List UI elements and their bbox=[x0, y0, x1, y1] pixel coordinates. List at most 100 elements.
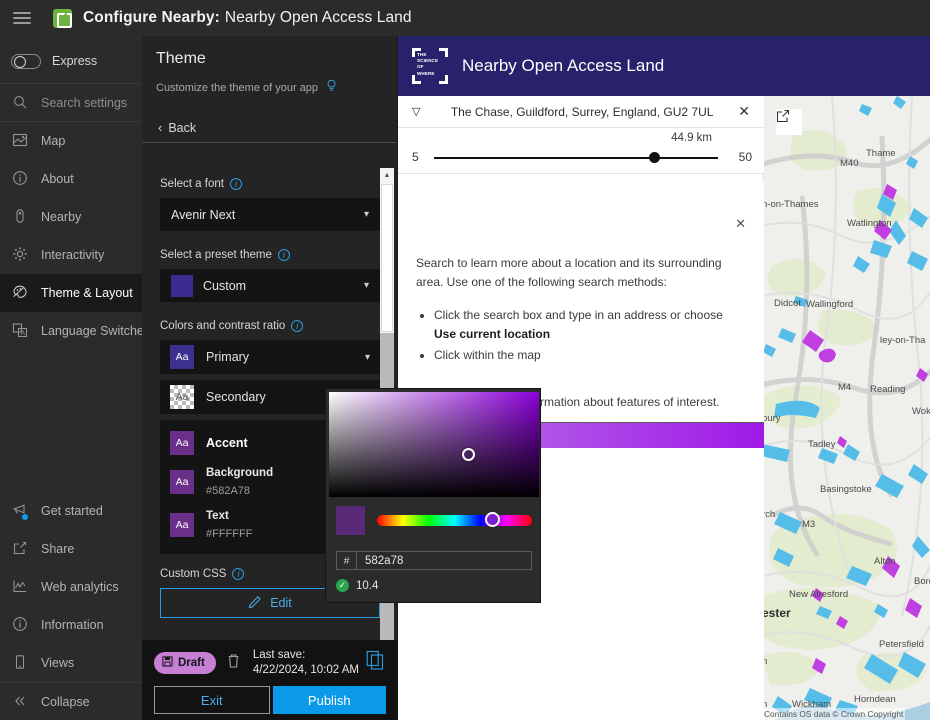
accent-swatch: Aa bbox=[170, 431, 194, 455]
search-settings-placeholder: Search settings bbox=[41, 95, 128, 110]
back-label: Back bbox=[168, 120, 197, 135]
sidebar-item-language-switcher[interactable]: A Language Switcher bbox=[0, 312, 148, 350]
express-toggle-row[interactable]: Express bbox=[0, 39, 142, 84]
slider-track[interactable] bbox=[434, 157, 718, 159]
analytics-icon bbox=[12, 578, 30, 596]
font-select-value: Avenir Next bbox=[171, 207, 236, 222]
clear-search-icon[interactable]: ✕ bbox=[730, 103, 750, 120]
info-circle-icon bbox=[12, 616, 30, 634]
sidebar-item-share[interactable]: Share bbox=[0, 530, 142, 568]
color-picker-popup[interactable]: # 582a78 ✓ 10.4 bbox=[325, 388, 541, 603]
sidebar-item-label: Interactivity bbox=[41, 248, 105, 262]
lightbulb-icon[interactable] bbox=[325, 79, 338, 97]
last-save-time: 4/22/2024, 10:02 AM bbox=[252, 664, 359, 676]
info-icon[interactable]: i bbox=[232, 568, 245, 580]
map-place-label: ester bbox=[762, 606, 791, 620]
color-row-label: Secondary bbox=[206, 390, 266, 404]
chevron-down-icon: ▾ bbox=[363, 209, 369, 220]
caret-down-icon[interactable]: ▽ bbox=[412, 105, 434, 118]
saturation-value-area[interactable] bbox=[329, 392, 539, 497]
sidebar-item-label: About bbox=[41, 172, 74, 186]
sidebar-item-get-started[interactable]: Get started bbox=[0, 492, 142, 530]
search-settings-input[interactable]: Search settings bbox=[0, 84, 142, 122]
preset-theme-select[interactable]: Custom ▾ bbox=[160, 269, 380, 302]
info-icon[interactable]: i bbox=[229, 178, 242, 190]
list-item: Click within the map bbox=[434, 346, 746, 365]
draft-badge[interactable]: Draft bbox=[154, 652, 216, 674]
accent-text-hex: #FFFFFF bbox=[206, 528, 253, 540]
sidebar-item-label: Theme & Layout bbox=[41, 286, 133, 300]
footer-buttons: Exit Publish bbox=[142, 686, 398, 720]
collapse-label: Collapse bbox=[41, 694, 90, 709]
hex-input-field[interactable]: # 582a78 bbox=[336, 551, 532, 570]
hamburger-icon[interactable] bbox=[13, 9, 31, 27]
info-circle-icon bbox=[12, 170, 30, 188]
sidebar-item-label: Map bbox=[41, 134, 66, 148]
map-canvas bbox=[762, 96, 930, 720]
list-item: Click the search box and type in an addr… bbox=[434, 306, 746, 344]
distance-slider[interactable]: 44.9 km 5 50 bbox=[398, 128, 764, 174]
color-row-primary[interactable]: Aa Primary ▾ bbox=[160, 340, 380, 374]
chevron-down-icon: ▾ bbox=[363, 280, 369, 291]
save-status-row: Draft Last save: 4/22/2024, 10:02 AM bbox=[142, 640, 398, 686]
hex-input-value[interactable]: 582a78 bbox=[357, 555, 403, 567]
save-disk-icon bbox=[162, 656, 173, 670]
color-row-label: Primary bbox=[206, 350, 250, 364]
collapse-sidebar-button[interactable]: Collapse bbox=[0, 682, 142, 720]
map-share-button[interactable] bbox=[776, 109, 802, 135]
map-place-label: Horndean bbox=[854, 694, 896, 705]
accent-background-label: Background bbox=[206, 467, 274, 479]
caret-up-icon[interactable]: ▲ bbox=[380, 168, 394, 182]
preview-header: THE SCIENCE OF WHERE Nearby Open Access Lan… bbox=[398, 36, 930, 96]
saturation-value-handle[interactable] bbox=[462, 448, 475, 461]
font-label-text: Select a font bbox=[160, 178, 224, 190]
sidebar-item-map[interactable]: Map bbox=[0, 122, 142, 160]
slider-thumb[interactable] bbox=[649, 152, 660, 163]
publish-button[interactable]: Publish bbox=[272, 686, 386, 714]
copy-pages-icon[interactable] bbox=[366, 650, 386, 676]
sidebar-item-information[interactable]: Information bbox=[0, 606, 142, 644]
info-icon[interactable]: i bbox=[277, 249, 290, 261]
accent-text-swatch: Aa bbox=[170, 513, 194, 537]
font-select[interactable]: Avenir Next ▾ bbox=[160, 198, 380, 231]
map-place-label: ley-on-Tha bbox=[880, 335, 926, 346]
info-paragraph-1: Search to learn more about a location an… bbox=[416, 256, 722, 289]
map-place-label: Woki bbox=[912, 406, 930, 417]
map-view[interactable]: Thame n-on-Thames Watlington Didcot Wallingf… bbox=[762, 96, 930, 720]
info-icon[interactable]: i bbox=[291, 320, 304, 332]
contrast-ratio-row: ✓ 10.4 bbox=[336, 579, 378, 592]
map-place-label: Watlington bbox=[847, 218, 892, 229]
sidebar: Express Search settings Map About Nearby bbox=[0, 36, 148, 720]
font-field-label: Select a font i bbox=[160, 178, 380, 190]
sidebar-item-about[interactable]: About bbox=[0, 160, 142, 198]
map-place-label: M4 bbox=[838, 382, 852, 393]
hash-symbol: # bbox=[337, 552, 357, 569]
sidebar-item-theme-layout[interactable]: Theme & Layout bbox=[0, 274, 142, 312]
map-place-label: Alton bbox=[874, 556, 896, 567]
search-input-value[interactable]: The Chase, Guildford, Surrey, England, G… bbox=[434, 105, 730, 119]
search-bar[interactable]: ▽ The Chase, Guildford, Surrey, England,… bbox=[398, 96, 764, 128]
hue-slider[interactable] bbox=[377, 511, 532, 527]
sidebar-item-web-analytics[interactable]: Web analytics bbox=[0, 568, 142, 606]
trash-icon[interactable] bbox=[226, 653, 241, 674]
close-info-icon[interactable]: ✕ bbox=[735, 216, 746, 232]
gear-icon bbox=[12, 246, 30, 264]
sidebar-item-views[interactable]: Views bbox=[0, 644, 142, 682]
page-title-sub: Nearby Open Access Land bbox=[224, 9, 412, 26]
map-place-label: Basingstoke bbox=[820, 484, 872, 495]
express-toggle[interactable] bbox=[11, 53, 41, 69]
new-badge-dot bbox=[22, 514, 28, 520]
hue-slider-handle[interactable] bbox=[485, 511, 500, 527]
exit-button[interactable]: Exit bbox=[154, 686, 270, 714]
accent-background-swatch: Aa bbox=[170, 470, 194, 494]
device-icon bbox=[12, 654, 30, 672]
map-place-label: n-on-Thames bbox=[762, 199, 819, 210]
sidebar-item-nearby[interactable]: Nearby bbox=[0, 198, 142, 236]
back-button[interactable]: ‹ Back bbox=[142, 113, 397, 143]
sidebar-item-label: Information bbox=[41, 618, 104, 632]
preset-label-text: Select a preset theme bbox=[160, 249, 272, 261]
accent-background-hex: #582A78 bbox=[206, 485, 251, 497]
scrollbar-thumb[interactable] bbox=[381, 184, 393, 332]
sidebar-item-label: Language Switcher bbox=[41, 324, 149, 338]
sidebar-item-interactivity[interactable]: Interactivity bbox=[0, 236, 142, 274]
